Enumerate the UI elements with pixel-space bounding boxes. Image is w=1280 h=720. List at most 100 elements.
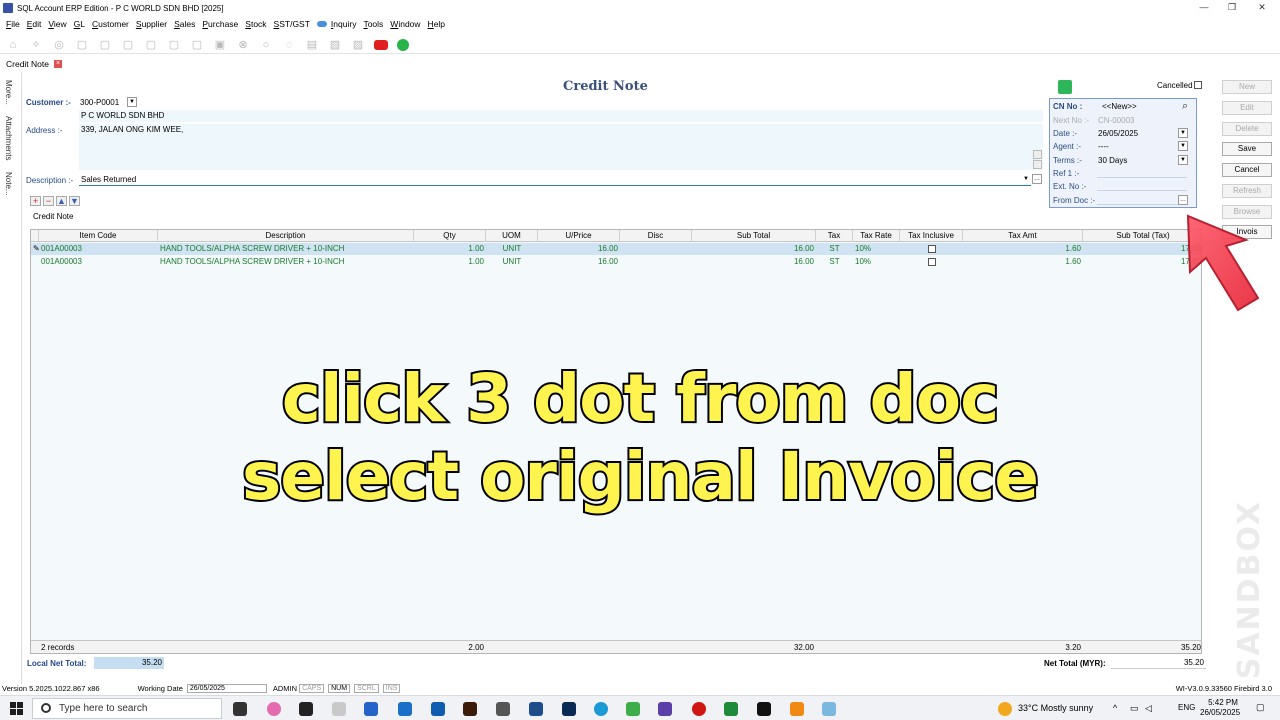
address-field[interactable]: 339, JALAN ONG KIM WEE, — [79, 124, 1043, 170]
tab-credit-note[interactable]: Credit Note × — [2, 57, 66, 71]
share-icon[interactable] — [1058, 80, 1072, 94]
menu-sales[interactable]: Sales — [174, 19, 195, 29]
taskbar-search-input[interactable]: Type here to search — [32, 698, 222, 719]
menu-gl[interactable]: GL — [74, 19, 85, 29]
outlook-icon[interactable] — [398, 702, 412, 716]
tax-inclusive-checkbox[interactable] — [927, 244, 936, 253]
header-qty[interactable]: Qty — [414, 230, 486, 242]
print-icon[interactable]: ▤ — [305, 38, 319, 52]
date-dropdown-icon[interactable]: ▼ — [1178, 128, 1188, 138]
cell-disc[interactable] — [620, 256, 692, 268]
search-icon[interactable]: ○ — [259, 38, 273, 52]
edit-button[interactable]: Edit — [1222, 101, 1272, 115]
close-tab-icon[interactable]: × — [54, 60, 62, 68]
vlc-icon[interactable] — [790, 702, 804, 716]
new-button[interactable]: New — [1222, 80, 1272, 94]
cell-subtotal[interactable]: 16.00 — [692, 243, 816, 255]
cell-tax-inclusive[interactable] — [900, 243, 963, 255]
delete-doc-icon[interactable]: ▢ — [144, 38, 158, 52]
agent-dropdown-icon[interactable]: ▼ — [1178, 141, 1188, 151]
menu-purchase[interactable]: Purchase — [202, 19, 238, 29]
table-row[interactable]: ✎ 001A00003 HAND TOOLS/ALPHA SCREW DRIVE… — [31, 243, 1201, 255]
menu-stock[interactable]: Stock — [245, 19, 266, 29]
cell-uprice[interactable]: 16.00 — [538, 243, 620, 255]
menu-sst-gst[interactable]: SST/GST — [274, 19, 310, 29]
ref1-field[interactable] — [1097, 177, 1187, 178]
tray-chevron-icon[interactable]: ^ — [1113, 703, 1117, 713]
photoshop-icon[interactable] — [562, 702, 576, 716]
clock-date[interactable]: 26/05/2025 — [1200, 708, 1240, 717]
menu-customer[interactable]: Customer — [92, 19, 129, 29]
edit-doc-icon[interactable]: ▢ — [98, 38, 112, 52]
edge-icon[interactable] — [594, 702, 608, 716]
export-icon[interactable]: ▨ — [351, 38, 365, 52]
move-down-icon[interactable]: ▼ — [69, 196, 80, 206]
add-row-icon[interactable]: + — [30, 196, 41, 206]
from-doc-more-icon[interactable]: … — [1178, 195, 1188, 205]
menu-tools[interactable]: Tools — [363, 19, 383, 29]
ext-no-field[interactable] — [1097, 190, 1187, 191]
cell-tax-rate[interactable]: 10% — [853, 256, 900, 268]
clock-time[interactable]: 5:42 PM — [1203, 698, 1243, 707]
header-disc[interactable]: Disc — [620, 230, 692, 242]
cloud-icon[interactable] — [316, 21, 327, 27]
refresh-icon[interactable]: ◌ — [282, 38, 296, 52]
table-row[interactable]: 001A00003 HAND TOOLS/ALPHA SCREW DRIVER … — [31, 256, 1201, 268]
close-icon[interactable]: ✕ — [1248, 0, 1276, 16]
notification-icon[interactable]: ▢ — [1256, 702, 1265, 713]
cell-tax[interactable]: ST — [816, 243, 853, 255]
app-icon-4[interactable] — [496, 702, 510, 716]
description-more-icon[interactable]: … — [1032, 174, 1042, 184]
cell-qty[interactable]: 1.00 — [414, 243, 486, 255]
refresh-button[interactable]: Refresh — [1222, 184, 1272, 198]
header-description[interactable]: Description — [158, 230, 414, 242]
cell-item-code[interactable]: 001A00003 — [39, 256, 158, 268]
header-tax-rate[interactable]: Tax Rate — [853, 230, 900, 242]
header-item-code[interactable]: Item Code — [39, 230, 158, 242]
cell-uom[interactable]: UNIT — [486, 243, 538, 255]
copy-icon[interactable]: ◎ — [52, 38, 66, 52]
menu-help[interactable]: Help — [428, 19, 445, 29]
cell-uprice[interactable]: 16.00 — [538, 256, 620, 268]
cell-tax[interactable]: ST — [816, 256, 853, 268]
delete-button[interactable]: Delete — [1222, 122, 1272, 136]
description-dropdown-icon[interactable]: ▼ — [1021, 175, 1031, 185]
address-down-icon[interactable] — [1033, 160, 1042, 169]
from-doc-field[interactable] — [1097, 204, 1187, 205]
duplicate-icon[interactable]: ▢ — [167, 38, 181, 52]
copilot-icon[interactable] — [267, 702, 281, 716]
cell-disc[interactable] — [620, 243, 692, 255]
preview-icon[interactable]: ▧ — [328, 38, 342, 52]
header-subtotal[interactable]: Sub Total — [692, 230, 816, 242]
customer-name-field[interactable]: P C WORLD SDN BHD — [79, 110, 1043, 122]
menu-edit[interactable]: Edit — [27, 19, 42, 29]
address-up-icon[interactable] — [1033, 150, 1042, 159]
minimize-icon[interactable]: — — [1190, 0, 1218, 16]
cell-uom[interactable]: UNIT — [486, 256, 538, 268]
whatsapp-icon[interactable] — [397, 38, 409, 51]
excel-icon[interactable] — [724, 702, 738, 716]
language-indicator[interactable]: ENG — [1178, 703, 1195, 712]
terms-field[interactable]: 30 Days — [1098, 156, 1127, 165]
app-icon-8[interactable] — [822, 702, 836, 716]
youtube-icon[interactable] — [374, 39, 388, 50]
cancel-button[interactable]: Cancel — [1222, 163, 1272, 177]
cell-tax-amt[interactable]: 1.60 — [963, 243, 1083, 255]
menu-file[interactable]: File — [6, 19, 20, 29]
cancel-icon[interactable]: ⊗ — [236, 38, 250, 52]
side-tab-attachments[interactable]: Attachments — [4, 116, 13, 160]
app-icon-3[interactable] — [364, 702, 378, 716]
app-icon-5[interactable] — [529, 702, 543, 716]
pin-icon[interactable]: ✧ — [29, 38, 43, 52]
cancelled-checkbox[interactable] — [1194, 81, 1202, 89]
working-date-field[interactable]: 26/05/2025 — [186, 683, 267, 693]
menu-view[interactable]: View — [48, 19, 66, 29]
cn-no-field[interactable]: <<New>> — [1102, 102, 1137, 111]
network-icon[interactable]: ▭ — [1130, 703, 1139, 714]
menu-supplier[interactable]: Supplier — [136, 19, 167, 29]
volume-icon[interactable]: ◁ — [1145, 703, 1152, 714]
capcut-icon[interactable] — [757, 702, 771, 716]
agent-field[interactable]: ---- — [1098, 142, 1109, 151]
save-icon[interactable]: ▣ — [213, 38, 227, 52]
cell-description[interactable]: HAND TOOLS/ALPHA SCREW DRIVER + 10-INCH — [158, 243, 414, 255]
